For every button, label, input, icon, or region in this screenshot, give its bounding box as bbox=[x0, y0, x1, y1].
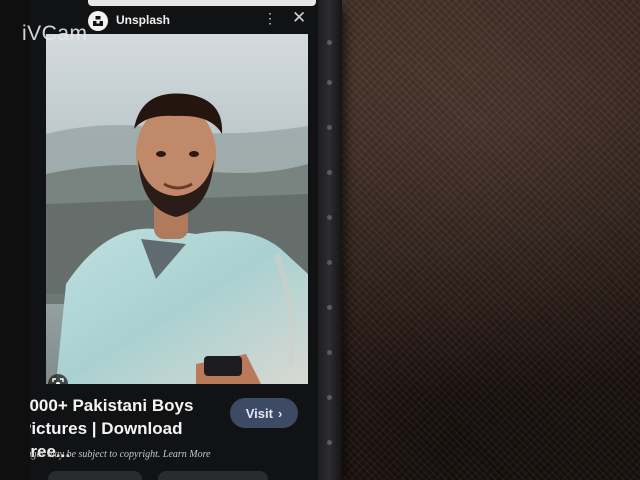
phone-body: Unsplash ⋮ ✕ 1000+ Pakistani Boys icture… bbox=[0, 0, 342, 480]
phone-edge-dot bbox=[327, 170, 332, 175]
unsplash-logo-icon[interactable] bbox=[88, 11, 108, 31]
close-icon[interactable]: ✕ bbox=[292, 8, 306, 28]
phone-edge bbox=[316, 0, 342, 480]
action-chip[interactable] bbox=[48, 471, 142, 480]
source-name[interactable]: Unsplash bbox=[116, 13, 170, 27]
phone-edge-dot bbox=[327, 350, 332, 355]
visit-button[interactable]: Visit › bbox=[230, 398, 298, 428]
phone-screen: Unsplash ⋮ ✕ 1000+ Pakistani Boys icture… bbox=[30, 0, 318, 480]
vertical-ellipsis-icon[interactable]: ⋮ bbox=[263, 10, 277, 27]
phone-edge-dot bbox=[327, 80, 332, 85]
phone-edge-dot bbox=[327, 395, 332, 400]
phone-edge-dot bbox=[327, 215, 332, 220]
visit-label: Visit bbox=[245, 405, 273, 421]
phone-edge-dot bbox=[327, 40, 332, 45]
action-chip[interactable] bbox=[158, 471, 268, 480]
phone-edge-dot bbox=[327, 305, 332, 310]
watermark-text: iVCam bbox=[22, 22, 88, 45]
chevron-right-icon: › bbox=[277, 405, 283, 421]
previous-result-edge bbox=[88, 0, 316, 6]
preview-image[interactable] bbox=[46, 34, 308, 384]
result-title-line-1: 1000+ Pakistani Boys bbox=[30, 396, 194, 415]
phone-edge-dot bbox=[327, 440, 332, 445]
phone-edge-dot bbox=[327, 260, 332, 265]
phone-edge-dot bbox=[327, 125, 332, 130]
copyright-notice: Images may be subject to copyright. Lear… bbox=[30, 449, 211, 460]
